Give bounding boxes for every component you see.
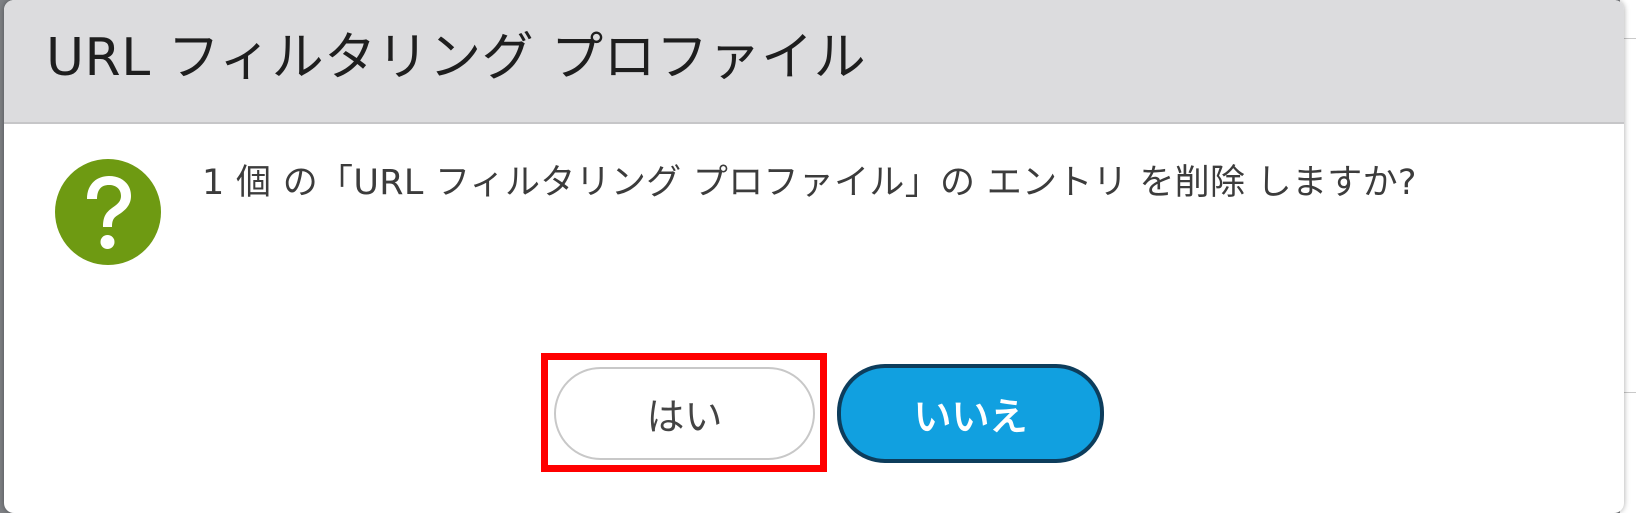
- yes-button[interactable]: はい: [554, 367, 815, 460]
- dialog-title: URL フィルタリング プロファイル: [46, 28, 867, 88]
- dialog-header: URL フィルタリング プロファイル: [4, 0, 1624, 124]
- question-icon: [55, 159, 161, 265]
- no-button[interactable]: いいえ: [837, 364, 1104, 463]
- confirmation-message: 1 個 の「URL フィルタリング プロファイル」の エントリ を削除 しますか…: [202, 163, 1417, 203]
- confirm-delete-dialog: URL フィルタリング プロファイル 1 個 の「URL フィルタリング プロフ…: [4, 0, 1624, 513]
